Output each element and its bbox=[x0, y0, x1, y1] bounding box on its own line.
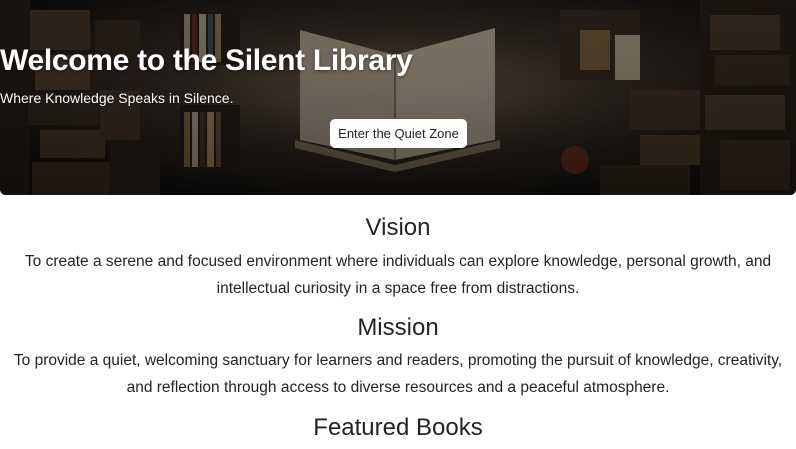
mission-heading: Mission bbox=[357, 314, 439, 341]
hero-subtitle: Where Knowledge Speaks in Silence. bbox=[0, 90, 234, 106]
featured-books-heading: Featured Books bbox=[313, 414, 483, 441]
vision-heading: Vision bbox=[365, 214, 431, 241]
vision-text: To create a serene and focused environme… bbox=[24, 253, 772, 297]
hero-title: Welcome to the Silent Library bbox=[0, 44, 413, 77]
enter-quiet-zone-button[interactable]: Enter the Quiet Zone bbox=[330, 119, 467, 148]
mission-text: To provide a quiet, welcoming sanctuary … bbox=[13, 352, 783, 396]
hero-banner: Welcome to the Silent Library Where Know… bbox=[0, 0, 796, 195]
